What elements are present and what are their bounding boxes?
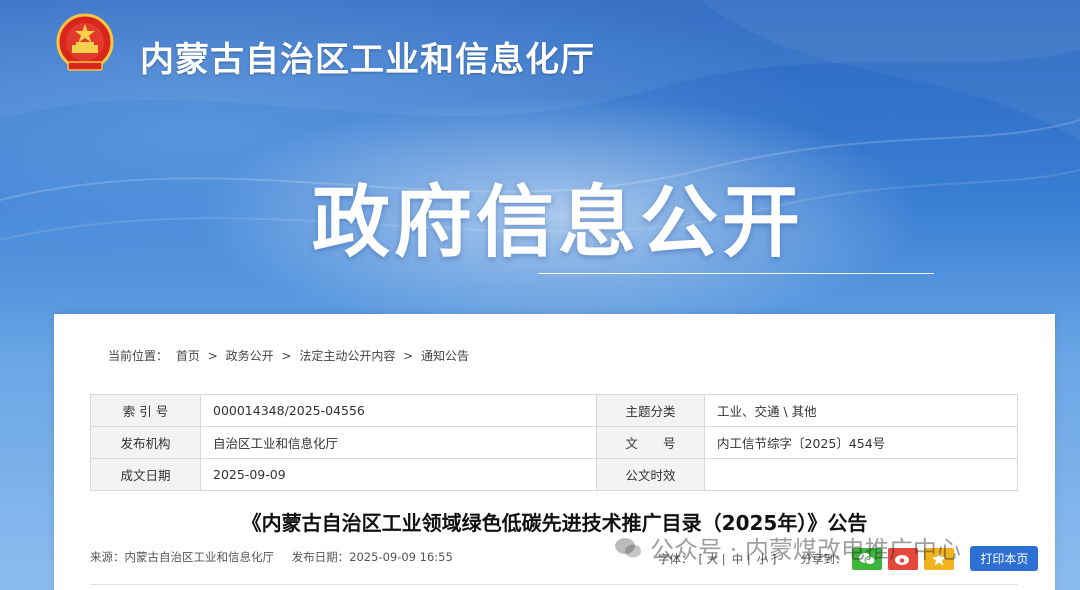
breadcrumb-item-notices[interactable]: 通知公告 bbox=[421, 349, 469, 363]
watermark-text: 公众号 · 内蒙煤改电推广中心 bbox=[650, 536, 961, 564]
validity-label: 公文时效 bbox=[596, 458, 705, 491]
document-info-table: 索 引 号 000014348/2025-04556 主题分类 工业、交通 \ … bbox=[90, 394, 1018, 491]
breadcrumb-separator: > bbox=[281, 349, 292, 363]
topic-category-label: 主题分类 bbox=[596, 394, 705, 427]
written-date-label: 成文日期 bbox=[90, 458, 201, 491]
breadcrumb-item-government-affairs[interactable]: 政务公开 bbox=[226, 349, 274, 363]
topic-category-value: 工业、交通 \ 其他 bbox=[704, 394, 1018, 427]
document-number-label: 文 号 bbox=[596, 426, 705, 459]
watermark: 公众号 · 内蒙煤改电推广中心 bbox=[614, 530, 961, 565]
national-emblem-icon bbox=[56, 13, 114, 71]
site-title[interactable]: 内蒙古自治区工业和信息化厅 bbox=[140, 32, 595, 81]
wechat-watermark-icon bbox=[615, 537, 641, 557]
breadcrumb-separator: > bbox=[403, 349, 414, 363]
validity-value bbox=[704, 458, 1018, 491]
breadcrumb: 当前位置： 首页 > 政务公开 > 法定主动公开内容 > 通知公告 bbox=[108, 347, 473, 364]
document-number-value: 内工信节综字〔2025〕454号 bbox=[704, 426, 1018, 459]
issuing-agency-value: 自治区工业和信息化厅 bbox=[200, 426, 597, 459]
document-source: 来源：内蒙古自治区工业和信息化厅 bbox=[90, 550, 274, 564]
document-publish-date: 发布日期：2025-09-09 16:55 bbox=[291, 550, 453, 564]
hero-divider bbox=[538, 273, 934, 274]
breadcrumb-item-statutory-disclosure[interactable]: 法定主动公开内容 bbox=[299, 349, 395, 363]
table-row: 成文日期 2025-09-09 公文时效 bbox=[90, 458, 1018, 491]
divider bbox=[90, 584, 1018, 585]
breadcrumb-item-home[interactable]: 首页 bbox=[176, 349, 200, 363]
issuing-agency-label: 发布机构 bbox=[90, 426, 201, 459]
print-button[interactable]: 打印本页 bbox=[970, 546, 1039, 571]
document-meta: 来源：内蒙古自治区工业和信息化厅 发布日期：2025-09-09 16:55 bbox=[90, 549, 467, 565]
breadcrumb-separator: > bbox=[207, 349, 218, 363]
hero-title: 政府信息公开 bbox=[312, 178, 805, 268]
index-number-label: 索 引 号 bbox=[90, 394, 201, 427]
written-date-value: 2025-09-09 bbox=[200, 458, 597, 491]
table-row: 索 引 号 000014348/2025-04556 主题分类 工业、交通 \ … bbox=[90, 394, 1018, 427]
breadcrumb-prefix: 当前位置： bbox=[108, 349, 169, 363]
index-number-value: 000014348/2025-04556 bbox=[200, 394, 597, 427]
table-row: 发布机构 自治区工业和信息化厅 文 号 内工信节综字〔2025〕454号 bbox=[90, 426, 1018, 459]
